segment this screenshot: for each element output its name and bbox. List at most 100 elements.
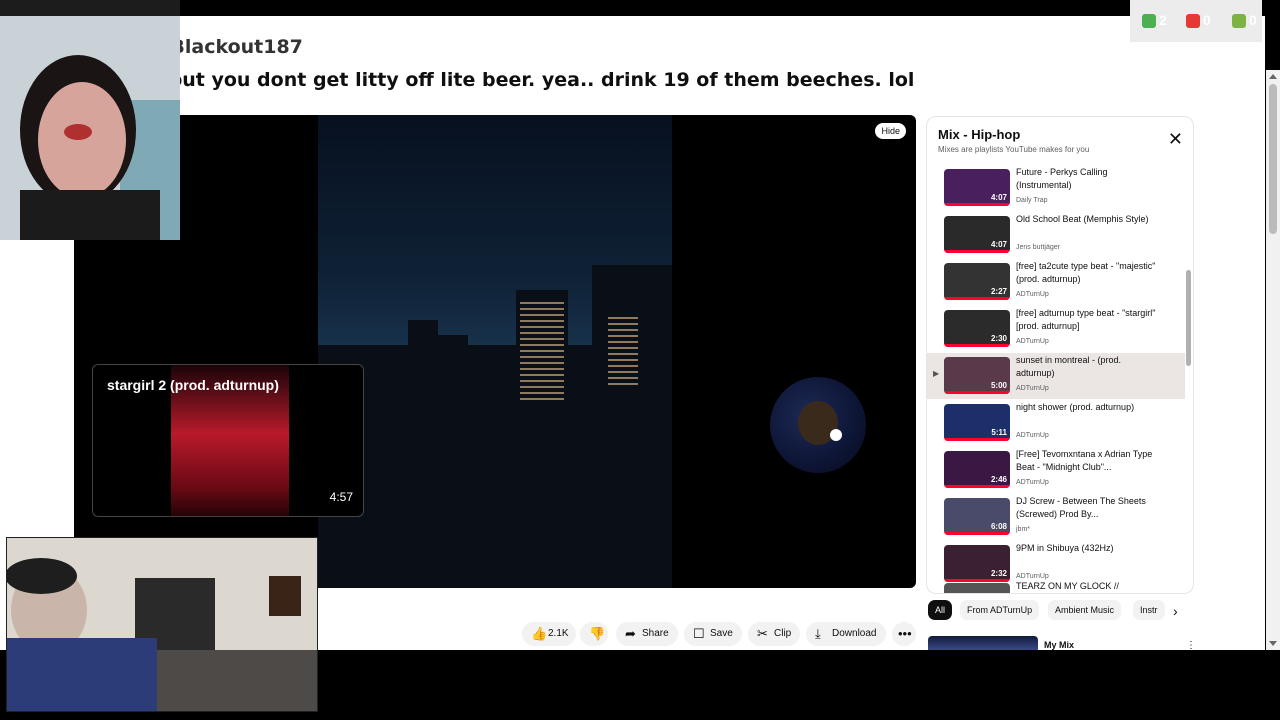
stat-views-value: 2	[1159, 12, 1167, 28]
playlist-item-duration: 4:07	[990, 240, 1007, 249]
mini-video-duration: 4:57	[329, 490, 353, 504]
playlist-item-duration: 2:30	[990, 334, 1007, 343]
more-dots-icon: •••	[898, 626, 912, 641]
share-button[interactable]: ➦ Share	[616, 622, 678, 646]
stat-links: 0	[1232, 12, 1257, 29]
playlist-item-thumbnail: 6:08	[944, 498, 1010, 535]
save-button[interactable]: ☐ Save	[684, 622, 742, 646]
playlist-item-duration: 4:07	[990, 193, 1007, 202]
webcam-feed-man	[7, 538, 317, 711]
watched-progress-bar	[944, 203, 1010, 206]
my-mix-thumbnail[interactable]	[928, 636, 1038, 650]
my-mix-title[interactable]: My Mix	[1044, 640, 1074, 650]
mix-playlist-panel: Mix - Hip-hop Mixes are playlists YouTub…	[926, 116, 1194, 594]
stat-links-value: 0	[1249, 12, 1257, 28]
playlist-item-channel: ADTurnUp	[1016, 479, 1049, 486]
watched-progress-bar	[944, 438, 1010, 441]
playlist-item[interactable]: 2:46 [Free] Tevomxntana x Adrian Type Bea…	[927, 447, 1185, 493]
chip-instrumental[interactable]: Instr	[1133, 600, 1165, 620]
playlist-item-thumbnail: 5:11	[944, 404, 1010, 441]
clip-label: Clip	[774, 628, 792, 639]
playlist-item-title: TEARZ ON MY GLOCK //	[1016, 581, 1119, 591]
playlist-item-thumbnail: 2:46	[944, 451, 1010, 488]
watched-progress-bar	[944, 485, 1010, 488]
webcam-overlay-bottom	[6, 537, 318, 712]
playlist-item-title: night shower (prod. adturnup)	[1016, 402, 1135, 412]
chip-all[interactable]: All	[928, 600, 953, 620]
playlist-item-channel: jbm*	[1016, 526, 1031, 533]
playlist-item-title: [free] ta2cute type beat - "majestic" (p…	[1016, 261, 1156, 284]
scroll-down-arrow-icon[interactable]	[1269, 641, 1277, 646]
tweet-text: Blackout you dont get litty off lite bee…	[112, 69, 915, 91]
watched-progress-bar	[944, 391, 1010, 394]
stat-subs: 0	[1186, 12, 1211, 29]
hide-button[interactable]: Hide	[875, 123, 906, 139]
building	[438, 335, 468, 405]
webcam-overlay-top	[0, 0, 180, 240]
stat-subs-value: 0	[1203, 12, 1211, 28]
like-button[interactable]: 👍 2.1K	[522, 622, 576, 646]
thumbs-up-icon: 👍	[531, 626, 548, 641]
building	[408, 320, 438, 410]
clip-button[interactable]: ✂ Clip	[748, 622, 800, 646]
scissors-icon: ✂	[757, 626, 768, 641]
page-scrollbar[interactable]	[1266, 70, 1280, 650]
save-label: Save	[710, 628, 733, 639]
playlist-item[interactable]: 5:11 night shower (prod. adturnup) ADTurnU…	[927, 400, 1185, 446]
mini-video-card[interactable]: stargirl 2 (prod. adturnup) 4:57	[92, 364, 364, 517]
playlist-item-title: Old School Beat (Memphis Style)	[1016, 214, 1149, 224]
playlist-item-duration: 2:27	[990, 287, 1007, 296]
playlist-item[interactable]: ▶ 5:00 sunset in montreal - (prod. adturnu…	[927, 353, 1185, 399]
building-lights	[608, 315, 638, 385]
chip-ambient-music[interactable]: Ambient Music	[1048, 600, 1122, 620]
chevron-right-icon[interactable]: ›	[1173, 603, 1178, 619]
playlist-item-channel: ADTurnUp	[1016, 385, 1049, 392]
watched-progress-bar	[944, 250, 1010, 253]
stream-stats-widget: 2 0 0	[1130, 0, 1262, 42]
scroll-up-arrow-icon[interactable]	[1269, 74, 1277, 79]
mini-video-title: stargirl 2 (prod. adturnup)	[107, 377, 279, 393]
playlist-item[interactable]: 2:27 [free] ta2cute type beat - "majestic…	[927, 259, 1185, 305]
close-icon[interactable]: ✕	[1168, 129, 1183, 150]
building-lights	[520, 300, 564, 400]
download-button[interactable]: ⤓ Download	[806, 622, 886, 646]
playlist-scrollbar-thumb[interactable]	[1186, 270, 1191, 366]
playlist-item[interactable]: 6:08 DJ Screw - Between The Sheets (Screw…	[927, 494, 1185, 540]
chip-from-adturnup[interactable]: From ADTurnUp	[960, 600, 1040, 620]
playlist-item[interactable]: 4:07 Future - Perkys Calling (Instrumenta…	[927, 165, 1185, 211]
thumbs-down-icon: 👎	[589, 626, 606, 641]
playlist-item-thumbnail: 4:07	[944, 169, 1010, 206]
watched-progress-bar	[944, 344, 1010, 347]
like-count: 2.1K	[548, 628, 569, 639]
playlist-item[interactable]: TEARZ ON MY GLOCK //	[927, 579, 1185, 593]
youtube-stat-icon	[1186, 14, 1200, 29]
screen: @TheBlackout187 Blackout you dont get li…	[0, 0, 1280, 720]
download-icon: ⤓	[815, 626, 821, 641]
video-player[interactable]: Hide	[74, 115, 916, 588]
watched-progress-bar	[944, 532, 1010, 535]
playlist-item-thumbnail: 5:00	[944, 357, 1010, 394]
playlist-item-thumbnail: 4:07	[944, 216, 1010, 253]
stat-views: 2	[1142, 12, 1167, 29]
playlist-item-channel: ADTurnUp	[1016, 291, 1049, 298]
playlist-subtitle: Mixes are playlists YouTube makes for yo…	[938, 145, 1090, 154]
playlist-item[interactable]: 4:07 Old School Beat (Memphis Style) Jens …	[927, 212, 1185, 258]
playlist-item-thumbnail: 2:32	[944, 545, 1010, 582]
watched-progress-bar	[944, 297, 1010, 300]
my-mix-menu-icon[interactable]: ⋮	[1186, 640, 1196, 651]
playlist-item-channel: Jens buttjäger	[1016, 244, 1060, 251]
scrollbar-thumb[interactable]	[1269, 84, 1277, 234]
playlist-item-title: [Free] Tevomxntana x Adrian Type Beat - …	[1016, 449, 1153, 472]
playlist-item-duration: 5:11	[991, 428, 1007, 437]
playlist-item[interactable]: 2:30 [free] adturnup type beat - "stargir…	[927, 306, 1185, 352]
playlist-item-duration: 6:08	[990, 522, 1007, 531]
playlist-title: Mix - Hip-hop	[938, 127, 1021, 142]
channel-avatar-overlay	[770, 377, 866, 473]
playlist-item-channel: ADTurnUp	[1016, 432, 1049, 439]
download-label: Download	[832, 628, 877, 639]
more-actions-button[interactable]: •••	[892, 622, 916, 646]
playlist-item-duration: 2:32	[990, 569, 1007, 578]
playlist-item-title: sunset in montreal - (prod. adturnup)	[1016, 355, 1122, 378]
dislike-button[interactable]: 👎	[580, 622, 608, 646]
now-playing-icon: ▶	[933, 369, 940, 378]
